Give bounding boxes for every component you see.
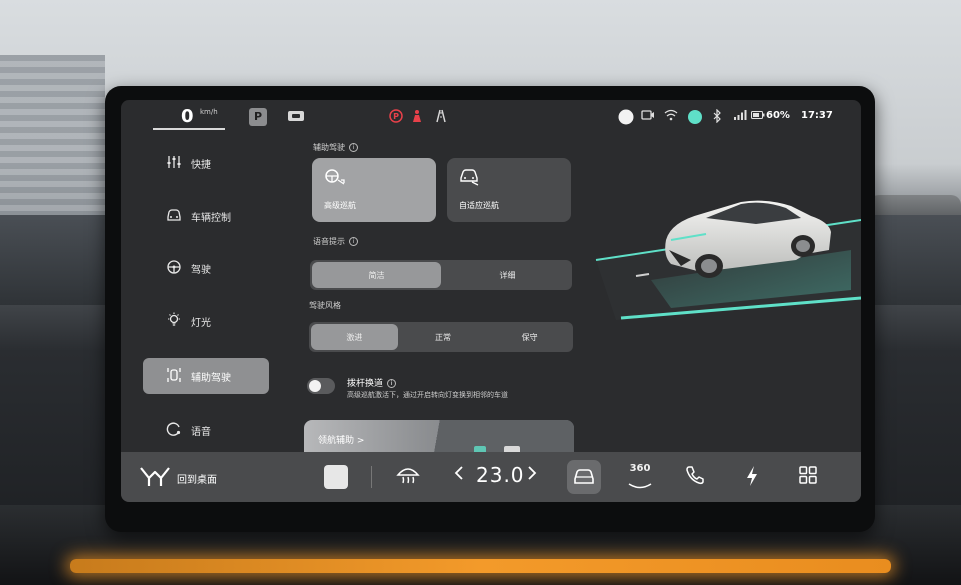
info-icon[interactable]: i	[349, 237, 358, 246]
profile-avatar-icon[interactable]	[618, 109, 634, 130]
sidebar-item-label: 辅助驾驶	[191, 372, 231, 384]
sidebar-item-label: 快捷	[191, 159, 211, 171]
svg-text:P: P	[393, 112, 399, 121]
defrost-icon[interactable]	[395, 465, 421, 491]
driving-style-selector: 激进 正常 保守	[309, 322, 573, 352]
dock-divider	[371, 466, 372, 488]
sidebar-item-vehicle-control[interactable]: 车辆控制	[143, 198, 269, 234]
steering-wheel-icon	[165, 259, 183, 277]
mode-card-advanced-cruise[interactable]: 高级巡航	[312, 158, 436, 222]
temperature-value: 23.0	[476, 463, 525, 487]
lane-change-title: 拨杆换道 i	[347, 376, 397, 389]
wifi-icon	[664, 109, 678, 126]
cellular-signal-icon	[733, 109, 747, 126]
sidebar-item-label: 灯光	[191, 317, 211, 329]
bluetooth-icon	[712, 108, 722, 128]
charging-icon[interactable]	[745, 465, 759, 493]
sidebar-item-voice[interactable]: 语音	[143, 412, 269, 448]
home-button-label[interactable]: 回到桌面	[177, 471, 217, 486]
settings-sidebar: 快捷 车辆控制 驾驶 灯光 辅助驾驶 语音	[121, 142, 276, 452]
info-icon[interactable]: i	[349, 143, 358, 152]
app-thumbnail-icon[interactable]	[324, 465, 348, 489]
sliders-icon	[165, 155, 183, 171]
sidebar-item-label: 驾驶	[191, 264, 211, 276]
sidebar-item-lights[interactable]: 灯光	[143, 303, 269, 339]
battery-icon	[751, 109, 765, 125]
driver-assist-status-icon	[434, 109, 448, 128]
voice-icon	[165, 421, 183, 440]
online-status-icon	[687, 109, 703, 130]
assist-title-text: 辅助驾驶	[313, 143, 345, 152]
mode-label: 自适应巡航	[459, 201, 499, 210]
battery-percentage: 60%	[766, 110, 790, 121]
sidebar-item-label: 车辆控制	[191, 212, 231, 224]
style-option-conservative[interactable]: 保守	[486, 322, 573, 352]
vehicle-visualization	[591, 180, 861, 410]
car-front-icon	[165, 208, 183, 224]
ambient-light-strip	[70, 559, 891, 573]
style-option-normal[interactable]: 正常	[400, 322, 487, 352]
cruise-wheel-icon	[324, 168, 424, 190]
speed-value: 0	[181, 106, 194, 127]
lane-change-title-text: 拨杆换道	[347, 379, 384, 389]
seatbelt-warning-icon	[411, 109, 423, 128]
infotainment-screen: 0 km/h P P 60% 17:37 快捷 车辆控制 驾驶 灯光 辅助驾驶 …	[121, 100, 861, 502]
mode-label: 高级巡航	[324, 201, 356, 210]
voice-option-concise[interactable]: 简洁	[312, 262, 441, 288]
dashcam-icon	[641, 109, 655, 126]
phone-icon[interactable]	[685, 465, 705, 491]
mode-card-adaptive-cruise[interactable]: 自适应巡航	[447, 158, 571, 222]
background-building	[0, 55, 105, 215]
light-bulb-icon	[165, 312, 183, 331]
sidebar-item-driving[interactable]: 驾驶	[143, 250, 269, 286]
clock-time: 17:37	[801, 110, 833, 121]
voice-title-text: 语音提示	[313, 237, 345, 246]
sidebar-item-shortcuts[interactable]: 快捷	[143, 145, 269, 181]
sidebar-item-driver-assist[interactable]: 辅助驾驶	[143, 358, 269, 394]
sidebar-item-label: 语音	[191, 426, 211, 438]
voice-option-detailed[interactable]: 详细	[443, 260, 572, 290]
car-settings-button[interactable]	[567, 460, 601, 494]
temp-increase-button[interactable]	[527, 465, 537, 487]
gear-indicator: P	[249, 108, 267, 126]
nav-assist-label: 领航辅助 >	[318, 436, 365, 446]
temp-decrease-button[interactable]	[454, 465, 464, 487]
camera-360-icon	[628, 483, 652, 489]
camera-status-icon[interactable]	[287, 109, 305, 128]
car-settings-icon	[573, 468, 595, 490]
assist-driving-icon	[165, 367, 183, 386]
status-bar: 0 km/h P P 60% 17:37	[121, 100, 861, 134]
bottom-dock: 回到桌面 23.0 360	[121, 452, 861, 502]
driving-style-title: 驾驶风格	[309, 301, 341, 310]
camera-360-button[interactable]: 360	[627, 464, 653, 496]
lane-change-toggle[interactable]	[307, 378, 335, 394]
camera-360-label: 360	[629, 463, 651, 474]
home-logo-icon[interactable]	[139, 466, 171, 494]
voice-section-title: 语音提示 i	[313, 236, 358, 247]
voice-prompt-selector: 简洁 详细	[310, 260, 572, 290]
lane-change-description: 高级巡航激活下，通过开启转向灯变换到相邻的车道	[347, 391, 508, 399]
speedometer: 0 km/h	[153, 104, 225, 130]
toggle-knob	[309, 380, 321, 392]
parking-brake-warning-icon: P	[389, 109, 403, 128]
speed-unit: km/h	[200, 108, 218, 116]
info-icon[interactable]: i	[387, 379, 397, 388]
adaptive-cruise-icon	[459, 168, 559, 190]
style-option-aggressive[interactable]: 激进	[311, 324, 398, 350]
assist-section-title: 辅助驾驶 i	[313, 142, 358, 153]
apps-grid-icon[interactable]	[798, 465, 818, 491]
